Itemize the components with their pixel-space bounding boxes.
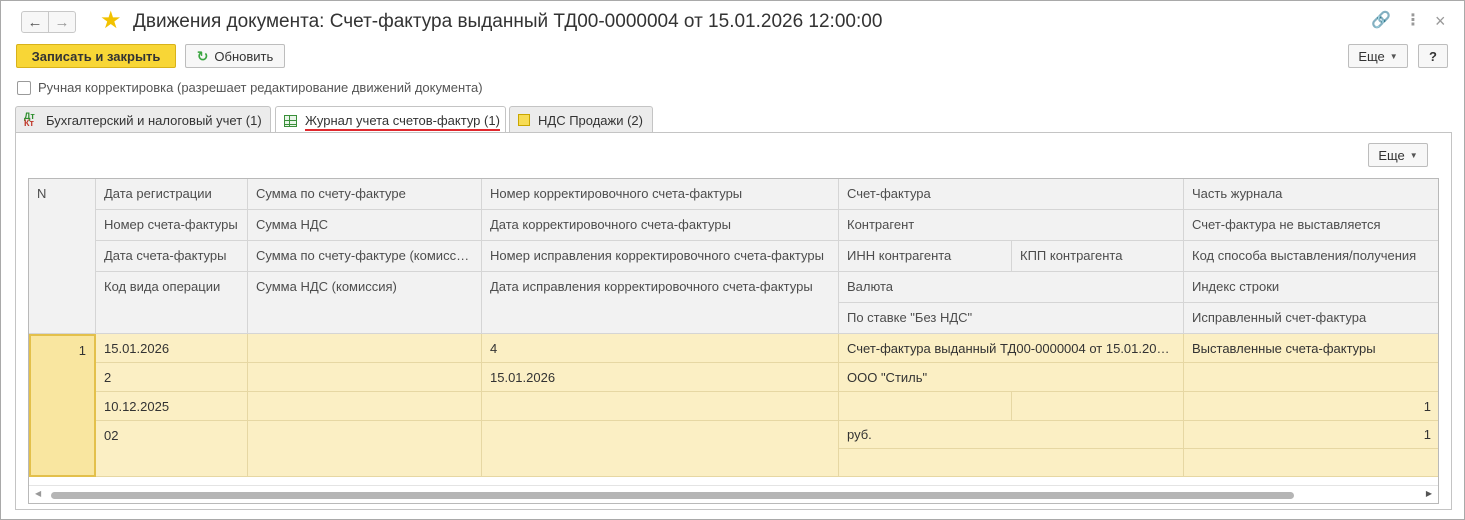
refresh-label: Обновить (214, 48, 274, 64)
table-cell[interactable] (248, 421, 482, 477)
table-cell[interactable]: Выставленные счета-фактуры (1184, 334, 1438, 363)
table-cell[interactable]: ООО "Стиль" (839, 363, 1184, 392)
horizontal-scrollbar[interactable]: ◀ ▶ (29, 485, 1438, 503)
scrollbar-thumb[interactable] (51, 492, 1294, 499)
table-cell[interactable]: 15.01.2026 (482, 363, 839, 392)
table-cell[interactable]: руб. (839, 421, 1184, 449)
more-label: Еще (1378, 147, 1405, 163)
link-icon[interactable]: 🔗 (1371, 12, 1391, 30)
tab-accounting[interactable]: Дт Кт Бухгалтерский и налоговый учет (1) (15, 106, 271, 133)
caret-down-icon: ▼ (1409, 150, 1418, 160)
column-header[interactable]: Счет-фактура не выставляется (1184, 210, 1438, 241)
page-title: Движения документа: Счет-фактура выданны… (133, 11, 883, 32)
manual-correction-checkbox[interactable] (17, 80, 31, 95)
movements-table[interactable]: N Дата регистрации Номер счета-фактуры Д… (28, 178, 1439, 504)
favorite-star-icon[interactable]: ★ (100, 7, 122, 35)
column-header[interactable]: Валюта (839, 272, 1184, 303)
help-button[interactable]: ? (1418, 44, 1448, 68)
column-header[interactable]: Сумма НДС (248, 210, 482, 241)
row-number-cell[interactable]: 1 (29, 334, 96, 477)
column-header[interactable]: Дата регистрации (96, 179, 248, 210)
column-header[interactable]: Код способа выставления/получения (1184, 241, 1438, 272)
manual-correction-row: Ручная корректировка (разрешает редактир… (17, 80, 483, 95)
table-cell[interactable]: 02 (96, 421, 248, 477)
refresh-button[interactable]: ↻ Обновить (185, 44, 285, 68)
scroll-right-icon[interactable]: ▶ (1426, 489, 1432, 498)
refresh-icon: ↻ (196, 47, 209, 64)
column-header[interactable]: Сумма по счету-фактуре (комиссия) (248, 241, 482, 272)
save-and-close-button[interactable]: Записать и закрыть (16, 44, 176, 68)
table-cell[interactable]: 15.01.2026 (96, 334, 248, 363)
column-header[interactable]: Индекс строки (1184, 272, 1438, 303)
close-icon[interactable]: × (1435, 12, 1446, 30)
more-button[interactable]: Еще ▼ (1348, 44, 1408, 68)
column-header[interactable]: КПП контрагента (1012, 241, 1184, 272)
table-cell[interactable] (248, 334, 482, 363)
table-cell[interactable]: 10.12.2025 (96, 392, 248, 421)
tab-vat-sales[interactable]: НДС Продажи (2) (509, 106, 653, 133)
column-header[interactable]: По ставке "Без НДС" (839, 303, 1184, 334)
tab-label: Журнал учета счетов-фактур (1) (305, 113, 500, 131)
column-header[interactable]: Дата корректировочного счета-фактуры (482, 210, 839, 241)
table-cell[interactable] (839, 449, 1184, 477)
manual-correction-label[interactable]: Ручная корректировка (разрешает редактир… (38, 80, 483, 95)
column-header[interactable]: Номер исправления корректировочного счет… (482, 241, 839, 272)
table-cell[interactable] (1012, 392, 1184, 421)
panel-more-button[interactable]: Еще ▼ (1368, 143, 1428, 167)
scroll-left-icon[interactable]: ◀ (35, 489, 41, 498)
document-icon (518, 114, 530, 126)
table-cell[interactable]: 4 (482, 334, 839, 363)
arrow-left-icon: ← (27, 13, 43, 31)
column-header[interactable]: Сумма НДС (комиссия) (248, 272, 482, 334)
tab-label: НДС Продажи (2) (538, 112, 643, 128)
column-header[interactable]: Код вида операции (96, 272, 248, 334)
dt-kt-icon: Дт Кт (24, 111, 35, 128)
column-header[interactable]: Дата исправления корректировочного счета… (482, 272, 839, 334)
caret-down-icon: ▼ (1389, 51, 1398, 61)
column-header[interactable]: Дата счета-фактуры (96, 241, 248, 272)
table-cell[interactable]: 2 (96, 363, 248, 392)
column-header-n[interactable]: N (29, 179, 96, 334)
tab-panel: Еще ▼ N Дата регистрации Номер счета-факт… (15, 132, 1452, 510)
arrow-right-icon: → (54, 13, 70, 31)
column-header[interactable]: Номер счета-фактуры (96, 210, 248, 241)
back-button[interactable]: ← (21, 11, 49, 33)
forward-button[interactable]: → (48, 11, 76, 33)
table-cell[interactable] (248, 363, 482, 392)
table-cell[interactable] (1184, 363, 1438, 392)
grid-icon (284, 114, 297, 127)
column-header[interactable]: Счет-фактура (839, 179, 1184, 210)
column-header[interactable]: ИНН контрагента (839, 241, 1012, 272)
table-cell[interactable] (839, 392, 1012, 421)
more-label: Еще (1358, 48, 1385, 64)
table-cell[interactable] (482, 421, 839, 477)
column-header[interactable]: Контрагент (839, 210, 1184, 241)
table-cell[interactable]: 1 (1184, 421, 1438, 449)
column-header[interactable]: Номер корректировочного счета-фактуры (482, 179, 839, 210)
table-cell[interactable] (248, 392, 482, 421)
tab-invoice-journal[interactable]: Журнал учета счетов-фактур (1) (275, 106, 506, 134)
table-cell[interactable] (1184, 449, 1438, 477)
column-header[interactable]: Исправленный счет-фактура (1184, 303, 1438, 334)
more-vertical-icon[interactable]: ⋮ (1405, 12, 1421, 30)
table-cell[interactable] (482, 392, 839, 421)
column-header[interactable]: Сумма по счету-фактуре (248, 179, 482, 210)
title-bar: ← → ★ Движения документа: Счет-фактура в… (1, 1, 1464, 41)
table-cell[interactable]: Счет-фактура выданный ТД00-0000004 от 15… (839, 334, 1184, 363)
tab-label: Бухгалтерский и налоговый учет (1) (46, 112, 262, 128)
table-cell[interactable]: 1 (1184, 392, 1438, 421)
document-movements-window: ← → ★ Движения документа: Счет-фактура в… (0, 0, 1465, 520)
column-header[interactable]: Часть журнала (1184, 179, 1438, 210)
